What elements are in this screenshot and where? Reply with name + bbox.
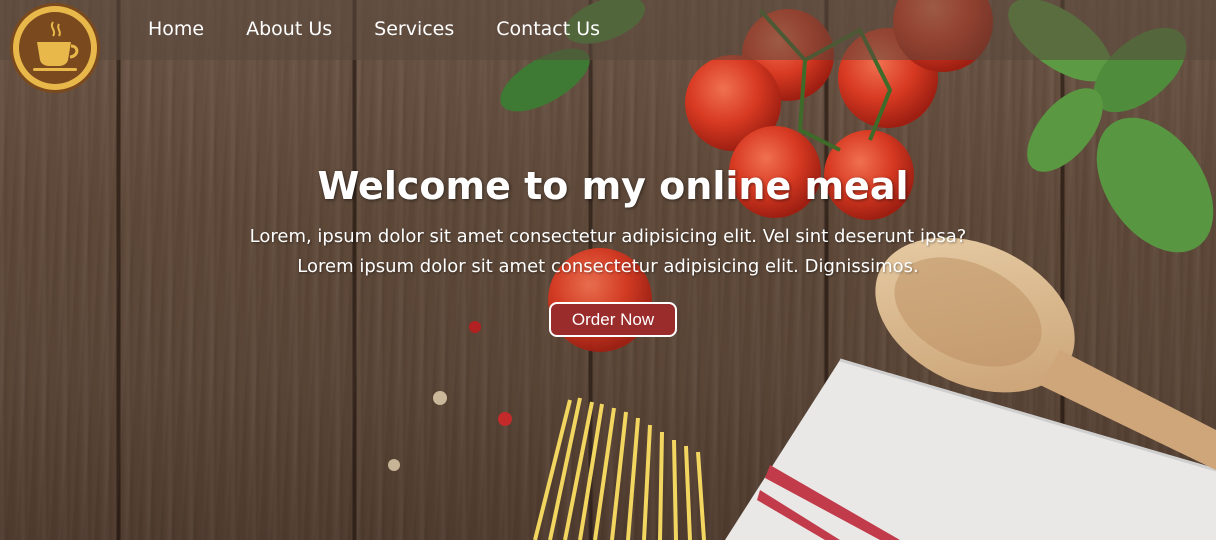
logo-inner-circle [19, 12, 91, 84]
hero-description-line-1: Lorem, ipsum dolor sit amet consectetur … [249, 226, 967, 247]
coffee-cup-icon [33, 21, 79, 71]
nav-link-home[interactable]: Home [148, 18, 204, 40]
hero-description: Lorem, ipsum dolor sit amet consectetur … [158, 222, 1058, 282]
hero-description-line-2: Lorem ipsum dolor sit amet consectetur a… [297, 256, 919, 277]
nav-link-about-us[interactable]: About Us [246, 18, 332, 40]
hero-section: Home About Us Services Contact Us Welcom… [0, 0, 1216, 540]
nav-link-contact-us[interactable]: Contact Us [496, 18, 600, 40]
order-now-button[interactable]: Order Now [549, 302, 677, 337]
nav-menu: Home About Us Services Contact Us [148, 18, 642, 40]
spaghetti [533, 397, 706, 540]
hero-content: Welcome to my online meal Lorem, ipsum d… [0, 160, 1216, 282]
hero-title: Welcome to my online meal [317, 164, 909, 208]
peppercorns [388, 321, 512, 471]
nav-link-services[interactable]: Services [374, 18, 454, 40]
logo-badge[interactable] [10, 3, 100, 93]
